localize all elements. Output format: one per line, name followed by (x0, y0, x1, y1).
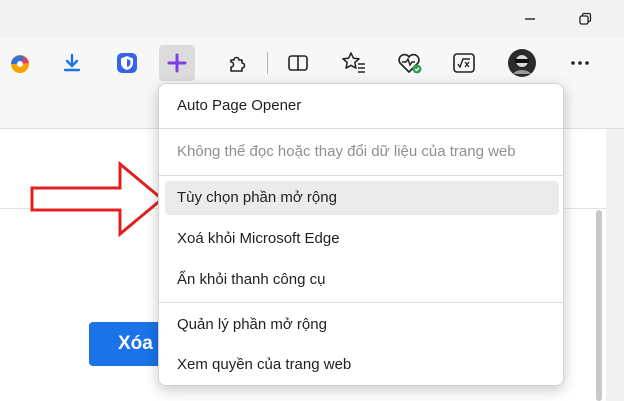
scrollbar-track[interactable] (606, 129, 624, 401)
browser-essentials-icon[interactable] (392, 45, 428, 81)
split-screen-icon[interactable] (280, 45, 316, 81)
menu-separator (159, 302, 563, 303)
menu-item-extension-options[interactable]: Tùy chọn phần mở rộng (165, 181, 559, 215)
math-solver-icon[interactable] (446, 45, 482, 81)
menu-item-hide-from-toolbar[interactable]: Ẩn khỏi thanh công cụ (165, 263, 559, 297)
ai-assistant-icon[interactable] (0, 45, 36, 81)
download-icon[interactable] (54, 45, 90, 81)
menu-item-site-permissions[interactable]: Xem quyền của trang web (165, 348, 559, 382)
add-extension-icon[interactable] (159, 45, 195, 81)
extensions-puzzle-icon[interactable] (220, 45, 256, 81)
title-bar (0, 0, 624, 38)
restore-icon[interactable] (574, 8, 596, 30)
menu-item-site-access: Không thể đọc hoặc thay đổi dữ liệu của … (177, 143, 516, 160)
menu-separator (159, 128, 563, 129)
favorites-icon[interactable] (336, 45, 372, 81)
minimize-icon[interactable] (519, 8, 541, 30)
scrollbar-thumb[interactable] (596, 210, 602, 401)
extension-context-menu: Auto Page Opener Không thể đọc hoặc thay… (158, 83, 564, 386)
menu-item-manage-extensions[interactable]: Quản lý phần mở rộng (165, 308, 559, 342)
red-arrow-annotation (30, 160, 165, 238)
profile-avatar[interactable] (504, 45, 540, 81)
menu-item-remove-from-edge[interactable]: Xoá khỏi Microsoft Edge (165, 222, 559, 256)
toolbar-divider (267, 52, 268, 74)
menu-separator (159, 175, 563, 176)
more-options-icon[interactable] (562, 45, 598, 81)
menu-item-extension-name[interactable]: Auto Page Opener (165, 89, 559, 123)
shield-extension-icon[interactable] (109, 45, 145, 81)
